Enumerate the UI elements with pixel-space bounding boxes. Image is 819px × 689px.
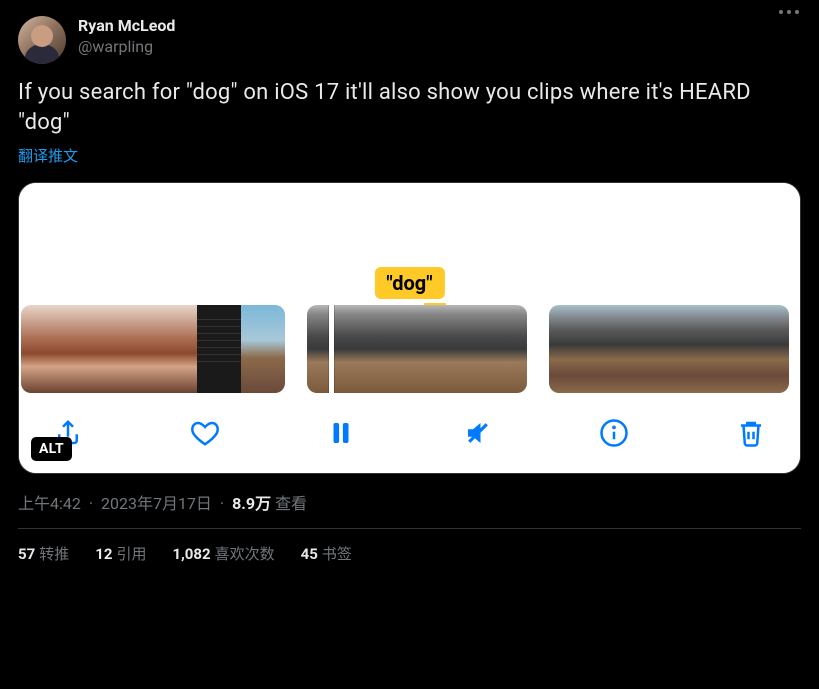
tweet-text: If you search for "dog" on iOS 17 it'll … <box>18 78 801 137</box>
tweet-meta: 上午4:42 · 2023年7月17日 · 8.9万 查看 <box>18 490 801 514</box>
alt-badge[interactable]: ALT <box>31 437 72 461</box>
more-icon[interactable] <box>779 10 799 14</box>
info-icon[interactable] <box>597 416 631 450</box>
media-top: "dog" <box>19 183 800 305</box>
tweet-header: Ryan McLeod @warpling <box>18 16 801 64</box>
author-names[interactable]: Ryan McLeod @warpling <box>78 16 175 58</box>
display-name: Ryan McLeod <box>78 16 175 37</box>
translate-link[interactable]: 翻译推文 <box>18 145 78 166</box>
divider <box>18 528 801 529</box>
stat-retweets[interactable]: 57转推 <box>18 543 69 564</box>
pause-icon[interactable] <box>324 416 358 450</box>
stat-bookmarks[interactable]: 45书签 <box>301 543 352 564</box>
clip-group[interactable] <box>307 305 527 393</box>
date[interactable]: 2023年7月17日 <box>101 494 212 513</box>
handle: @warpling <box>78 37 175 58</box>
clip-group[interactable] <box>21 305 285 393</box>
clip-group[interactable] <box>549 305 789 393</box>
time[interactable]: 上午4:42 <box>18 494 81 513</box>
stat-quotes[interactable]: 12引用 <box>95 543 146 564</box>
playhead[interactable] <box>329 305 334 393</box>
trash-icon[interactable] <box>734 416 768 450</box>
media-toolbar <box>19 393 800 473</box>
tweet-stats: 57转推 12引用 1,082喜欢次数 45书签 <box>18 543 801 564</box>
speaker-slash-icon[interactable] <box>461 416 495 450</box>
views-count: 8.9万 <box>232 494 271 513</box>
tweet-container: Ryan McLeod @warpling If you search for … <box>0 0 819 580</box>
video-timeline[interactable] <box>19 305 800 393</box>
stat-likes[interactable]: 1,082喜欢次数 <box>172 543 274 564</box>
search-match-tag: "dog" <box>374 267 444 299</box>
media-card[interactable]: "dog" <box>18 182 801 474</box>
avatar[interactable] <box>18 16 66 64</box>
heart-icon[interactable] <box>188 416 222 450</box>
views-label: 查看 <box>275 494 307 513</box>
